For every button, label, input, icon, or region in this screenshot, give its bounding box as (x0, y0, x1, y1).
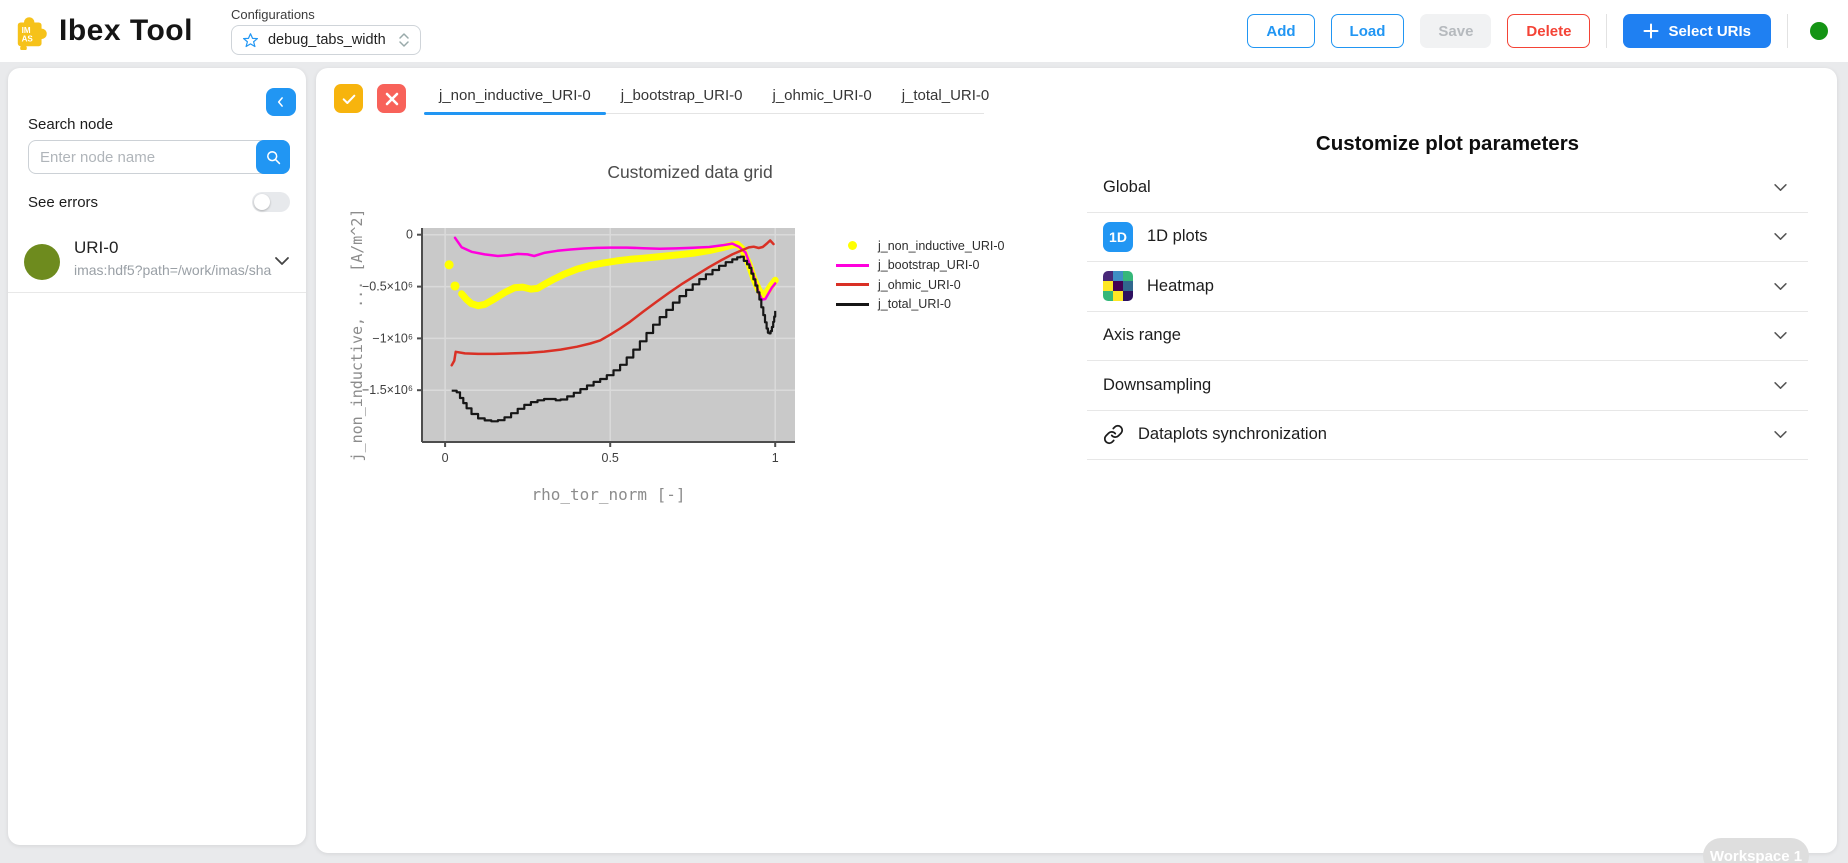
add-button[interactable]: Add (1247, 14, 1314, 48)
legend-label: j_total_URI-0 (878, 297, 951, 311)
chevron-down-icon (1773, 232, 1788, 241)
legend-line-marker (836, 264, 869, 267)
logo-group: IM AS Ibex Tool (14, 12, 193, 50)
section-label: Global (1103, 178, 1151, 197)
legend-dot-marker (848, 241, 857, 250)
close-x-icon (385, 92, 399, 106)
collapse-sidebar-button[interactable] (266, 88, 296, 116)
tab-j-total-uri-0[interactable]: j_total_URI-0 (887, 77, 1005, 114)
delete-button[interactable]: Delete (1507, 14, 1590, 48)
uri-list-item[interactable]: URI-0 imas:hdf5?path=/work/imas/shared (20, 236, 298, 292)
star-icon (242, 32, 259, 49)
chevron-down-icon (1773, 430, 1788, 439)
section-label: 1D plots (1147, 227, 1208, 246)
1d-plots-icon: 1D (1103, 222, 1133, 252)
svg-text:0.5: 0.5 (602, 451, 619, 465)
check-icon (341, 91, 357, 107)
section-global[interactable]: Global (1087, 163, 1808, 213)
svg-text:0: 0 (442, 451, 449, 465)
close-button[interactable] (377, 84, 406, 113)
chevron-down-icon (1773, 183, 1788, 192)
imas-puzzle-logo-icon: IM AS (14, 12, 52, 50)
uri-name: URI-0 (74, 238, 118, 258)
section-heatmap[interactable]: Heatmap (1087, 262, 1808, 312)
header-divider-2 (1787, 14, 1788, 48)
svg-text:rho_tor_norm [-]: rho_tor_norm [-] (531, 485, 685, 504)
legend-item-j-bootstrap[interactable]: j_bootstrap_URI-0 (836, 256, 1004, 276)
svg-text:−1×10⁶: −1×10⁶ (372, 331, 413, 345)
section-label: Downsampling (1103, 376, 1211, 395)
svg-text:j_non_inductive, ... [A/m^2]: j_non_inductive, ... [A/m^2] (348, 209, 366, 462)
search-button[interactable] (256, 140, 290, 174)
svg-text:1: 1 (772, 451, 779, 465)
app-title: Ibex Tool (59, 14, 193, 48)
chevron-down-icon (1773, 331, 1788, 340)
header-divider (1606, 14, 1607, 48)
svg-text:0: 0 (406, 228, 413, 242)
top-bar: IM AS Ibex Tool Configurations debug_tab… (0, 0, 1848, 62)
chevron-left-icon (274, 95, 288, 109)
sidebar-divider (8, 292, 306, 293)
node-sidebar: Search node See errors URI-0 imas:hdf5?p… (8, 68, 306, 845)
toggle-knob (254, 194, 270, 210)
legend-label: j_bootstrap_URI-0 (878, 258, 979, 272)
section-1d-plots[interactable]: 1D 1D plots (1087, 213, 1808, 263)
configurations-label: Configurations (231, 7, 421, 22)
configuration-select[interactable]: debug_tabs_width (231, 25, 421, 55)
tab-j-non-inductive-uri-0[interactable]: j_non_inductive_URI-0 (424, 77, 606, 114)
link-icon (1103, 424, 1124, 445)
svg-text:AS: AS (22, 34, 34, 43)
chevron-down-icon[interactable] (274, 256, 290, 266)
plot-canvas[interactable]: 00.510−0.5×10⁶−1×10⁶−1.5×10⁶j_non_induct… (346, 160, 1066, 520)
uri-path: imas:hdf5?path=/work/imas/shared (74, 262, 272, 278)
section-downsampling[interactable]: Downsampling (1087, 361, 1808, 411)
svg-text:−1.5×10⁶: −1.5×10⁶ (362, 383, 413, 397)
svg-text:−0.5×10⁶: −0.5×10⁶ (362, 280, 413, 294)
section-dataplots-synchronization[interactable]: Dataplots synchronization (1087, 411, 1808, 461)
parameter-sections: Global 1D 1D plots Heatmap Axis r (1087, 163, 1808, 460)
select-uris-button[interactable]: Select URIs (1623, 14, 1771, 48)
search-node-label: Search node (28, 116, 113, 133)
select-uris-label: Select URIs (1668, 23, 1751, 40)
customize-plot-parameters-title: Customize plot parameters (1087, 132, 1808, 156)
search-icon (265, 149, 282, 166)
legend-item-j-total[interactable]: j_total_URI-0 (836, 295, 1004, 315)
see-errors-label: See errors (28, 194, 98, 211)
spinner-arrows-icon (398, 32, 410, 48)
legend-line-marker (836, 283, 869, 286)
section-label: Dataplots synchronization (1138, 425, 1327, 444)
plus-icon (1643, 23, 1659, 39)
save-button[interactable]: Save (1420, 14, 1491, 48)
legend-label: j_non_inductive_URI-0 (878, 239, 1004, 253)
status-indicator-dot (1810, 22, 1828, 40)
section-axis-range[interactable]: Axis range (1087, 312, 1808, 362)
load-button[interactable]: Load (1331, 14, 1405, 48)
tab-j-bootstrap-uri-0[interactable]: j_bootstrap_URI-0 (606, 77, 758, 114)
legend-label: j_ohmic_URI-0 (878, 278, 961, 292)
workspace-badge[interactable]: Workspace 1 (1703, 838, 1809, 863)
legend-item-j-ohmic[interactable]: j_ohmic_URI-0 (836, 275, 1004, 295)
chevron-down-icon (1773, 282, 1788, 291)
confirm-button[interactable] (334, 84, 363, 113)
configuration-value: debug_tabs_width (268, 32, 389, 48)
section-label: Axis range (1103, 326, 1181, 345)
section-label: Heatmap (1147, 277, 1214, 296)
search-node-input[interactable] (28, 140, 290, 174)
legend-line-marker (836, 303, 869, 306)
uri-avatar (24, 244, 60, 280)
chart-legend: j_non_inductive_URI-0 j_bootstrap_URI-0 … (836, 236, 1004, 314)
plot-tabs: j_non_inductive_URI-0 j_bootstrap_URI-0 … (424, 77, 1004, 114)
main-panel: j_non_inductive_URI-0 j_bootstrap_URI-0 … (316, 68, 1837, 853)
tab-j-ohmic-uri-0[interactable]: j_ohmic_URI-0 (758, 77, 887, 114)
chart-title: Customized data grid (346, 162, 1034, 183)
heatmap-icon (1103, 271, 1133, 301)
chevron-down-icon (1773, 381, 1788, 390)
legend-item-j-non-inductive[interactable]: j_non_inductive_URI-0 (836, 236, 1004, 256)
see-errors-toggle[interactable] (252, 192, 290, 212)
